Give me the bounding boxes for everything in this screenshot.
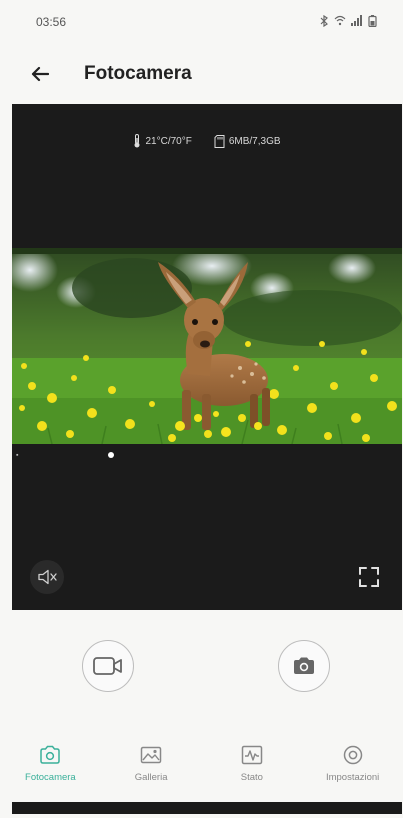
- back-button[interactable]: [28, 62, 52, 86]
- sd-card-icon: [214, 134, 225, 148]
- timestamp-overlay: [108, 452, 118, 458]
- fullscreen-button[interactable]: [356, 564, 382, 590]
- nav-item-stato[interactable]: Stato: [202, 744, 303, 798]
- camera-icon: [40, 745, 61, 764]
- deer-preview: [12, 248, 402, 444]
- nav-item-impostazioni[interactable]: Impostazioni: [302, 744, 403, 798]
- thermometer-icon: [134, 134, 140, 148]
- bottom-navigation: Fotocamera Galleria Stato Impostazioni: [0, 744, 403, 798]
- timestamp-marker: ▪: [16, 452, 19, 459]
- record-video-button[interactable]: [82, 640, 134, 692]
- gear-icon: [343, 745, 362, 765]
- app-bar: Fotocamera: [0, 50, 403, 98]
- camera-icon: [294, 657, 314, 674]
- system-navigation-bar: [12, 802, 402, 814]
- status-icons: [319, 14, 377, 30]
- camera-preview-image[interactable]: [12, 248, 402, 444]
- video-camera-icon: [93, 657, 122, 675]
- nav-label: Galleria: [134, 772, 168, 783]
- mute-button[interactable]: [30, 560, 64, 594]
- temperature-info: 21°C/70°F: [133, 134, 192, 148]
- fullscreen-icon: [359, 567, 379, 587]
- status-time: 03:56: [36, 15, 67, 29]
- nav-item-galleria[interactable]: Galleria: [101, 744, 202, 798]
- capture-controls: [0, 640, 403, 716]
- status-icon: [241, 745, 263, 765]
- arrow-left-icon: [31, 66, 49, 82]
- take-photo-button[interactable]: [278, 640, 330, 692]
- speaker-muted-icon: [38, 569, 57, 585]
- battery-icon: [368, 14, 377, 30]
- signal-icon: [351, 15, 363, 29]
- storage-value: 6MB/7,3GB: [228, 135, 281, 147]
- page-title: Fotocamera: [84, 63, 192, 84]
- nav-label: Fotocamera: [25, 772, 76, 783]
- gallery-icon: [140, 746, 162, 764]
- temperature-value: 21°C/70°F: [145, 135, 192, 147]
- record-dot-icon: [108, 452, 114, 458]
- camera-info-row: 21°C/70°F 6MB/7,3GB: [12, 134, 402, 148]
- camera-view: 21°C/70°F 6MB/7,3GB ▪: [12, 104, 402, 610]
- nav-item-fotocamera[interactable]: Fotocamera: [0, 744, 101, 798]
- storage-info: 6MB/7,3GB: [214, 134, 281, 148]
- nav-label: Stato: [240, 772, 263, 783]
- nav-label: Impostazioni: [325, 772, 380, 783]
- bluetooth-icon: [319, 14, 329, 30]
- status-bar: 03:56: [0, 0, 403, 44]
- wifi-icon: [334, 15, 346, 29]
